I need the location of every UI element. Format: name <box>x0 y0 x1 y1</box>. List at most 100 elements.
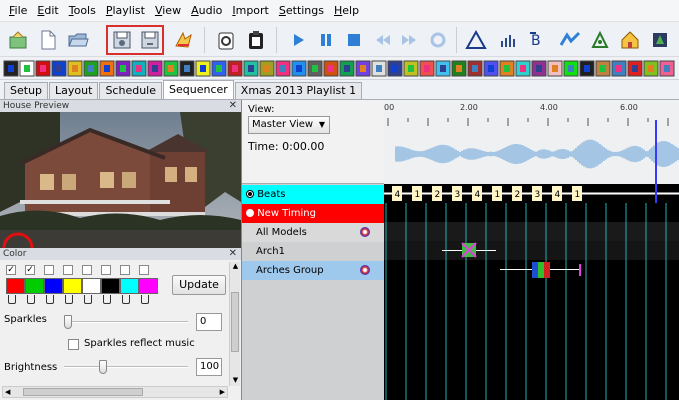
clipboard-icon[interactable] <box>242 27 270 53</box>
update-button[interactable]: Update <box>172 275 226 295</box>
menu-view[interactable]: View <box>150 1 186 21</box>
tab-schedule[interactable]: Schedule <box>99 82 162 99</box>
effect-icon-detail <box>216 65 222 72</box>
tab-layout[interactable]: Layout <box>49 82 99 99</box>
arches-group-effect-part <box>538 262 544 278</box>
effects-strip <box>3 60 675 77</box>
new-sequence-icon[interactable] <box>4 27 32 53</box>
effect-icon-detail <box>568 65 574 72</box>
menu-playlist[interactable]: Playlist <box>101 1 150 21</box>
menu-help[interactable]: Help <box>329 1 364 21</box>
effect-icon-detail <box>24 65 30 72</box>
color-checkbox[interactable] <box>63 265 73 275</box>
sparkles-input[interactable]: 0 <box>196 313 222 331</box>
bars-icon[interactable] <box>494 27 522 53</box>
wave-icon[interactable] <box>556 27 584 53</box>
arch1-track[interactable] <box>384 241 679 260</box>
svg-text:B: B <box>531 33 541 49</box>
color-swatch[interactable] <box>101 278 120 294</box>
color-checkbox[interactable]: ✓ <box>6 265 16 275</box>
effect-icon-detail <box>168 65 174 72</box>
color-swatch[interactable] <box>25 278 44 294</box>
menu-audio[interactable]: Audio <box>186 1 227 21</box>
beat-label: 1 <box>495 190 501 200</box>
color-swatch[interactable] <box>63 278 82 294</box>
view-label: View: <box>248 104 275 115</box>
model-icon <box>360 227 370 237</box>
paste-icon[interactable] <box>212 27 240 53</box>
chevron-down-icon: ▼ <box>318 120 325 129</box>
effects-toolbar <box>0 58 679 80</box>
brightness-input[interactable]: 100 <box>196 358 222 376</box>
color-checkbox[interactable] <box>101 265 111 275</box>
brightness-slider[interactable] <box>64 360 188 374</box>
model-icon <box>360 265 370 275</box>
lock-icon[interactable] <box>84 295 92 304</box>
color-checkbox[interactable] <box>120 265 130 275</box>
color-checkbox[interactable]: ✓ <box>25 265 35 275</box>
new-file-icon[interactable] <box>34 27 62 53</box>
effect-icon-detail <box>440 65 446 72</box>
tab-bar: Setup Layout Schedule Sequencer Xmas 2013 Pl… <box>0 80 679 100</box>
color-checkbox[interactable] <box>44 265 54 275</box>
close-icon[interactable]: ✕ <box>229 100 237 112</box>
menu-file[interactable]: File <box>4 1 32 21</box>
lock-icon[interactable] <box>103 295 111 304</box>
stop-icon[interactable] <box>340 27 368 53</box>
menu-settings[interactable]: Settings <box>274 1 329 21</box>
save-icon[interactable] <box>108 27 136 53</box>
color-swatch[interactable] <box>44 278 63 294</box>
color-checkbox[interactable] <box>82 265 92 275</box>
vertical-scrollbar[interactable]: ▲ ▼ <box>229 262 240 386</box>
color-checkbox[interactable] <box>139 265 149 275</box>
view-select[interactable]: Master View ▼ <box>248 116 330 134</box>
pause-icon[interactable] <box>312 27 340 53</box>
flag-icon[interactable] <box>586 27 614 53</box>
rewind-icon[interactable] <box>368 27 396 53</box>
lock-icon[interactable] <box>65 295 73 304</box>
timeline-ruler: 00 2.00 4.00 6.00 <box>384 100 679 184</box>
menu-import[interactable]: Import <box>227 1 274 21</box>
fast-forward-icon[interactable] <box>396 27 424 53</box>
close-icon[interactable]: ✕ <box>229 248 237 260</box>
lock-icon[interactable] <box>8 295 16 304</box>
model-list-panel: View: Master View ▼ Time: 0:00.00 Beats … <box>242 100 384 400</box>
lock-icon[interactable] <box>46 295 54 304</box>
tab-xmas-2013-playlist-1[interactable]: Xmas 2013 Playlist 1 <box>234 82 363 99</box>
sparkles-music-checkbox[interactable] <box>68 339 79 350</box>
horizontal-scrollbar[interactable]: ◀ ▶ <box>2 386 228 398</box>
text-icon[interactable]: B <box>524 27 552 53</box>
effect-icon-detail <box>184 65 190 72</box>
play-icon[interactable] <box>284 27 312 53</box>
new-timing-track[interactable] <box>384 203 679 222</box>
lock-icon[interactable] <box>141 295 149 304</box>
color-swatch[interactable] <box>6 278 25 294</box>
loop-icon[interactable] <box>424 27 452 53</box>
color-swatch[interactable] <box>82 278 101 294</box>
effect-icon-detail <box>600 65 606 72</box>
lock-icon[interactable] <box>122 295 130 304</box>
row-all-models[interactable]: All Models <box>242 223 384 242</box>
color-swatch[interactable] <box>120 278 139 294</box>
tree-icon[interactable] <box>646 27 674 53</box>
triangle-icon[interactable] <box>462 27 490 53</box>
sparkles-slider[interactable] <box>64 315 188 329</box>
house-icon[interactable] <box>616 27 644 53</box>
all-models-track[interactable] <box>384 222 679 241</box>
menu-edit[interactable]: Edit <box>32 1 63 21</box>
color-swatch[interactable] <box>139 278 158 294</box>
lock-icon[interactable] <box>27 295 35 304</box>
menu-tools[interactable]: Tools <box>64 1 101 21</box>
row-beats[interactable]: Beats <box>242 185 384 204</box>
save-as-icon[interactable] <box>136 27 164 53</box>
arches-group-effect[interactable] <box>532 262 538 278</box>
row-arches-group[interactable]: Arches Group <box>242 261 384 280</box>
row-arch1[interactable]: Arch1 <box>242 242 384 261</box>
effect-icon-detail <box>616 65 622 72</box>
effect-icon-detail <box>344 65 350 72</box>
row-new-timing[interactable]: New Timing <box>242 204 384 223</box>
open-folder-icon[interactable] <box>64 27 92 53</box>
tab-sequencer[interactable]: Sequencer <box>163 80 234 99</box>
tab-setup[interactable]: Setup <box>4 82 49 99</box>
render-icon[interactable] <box>170 27 198 53</box>
